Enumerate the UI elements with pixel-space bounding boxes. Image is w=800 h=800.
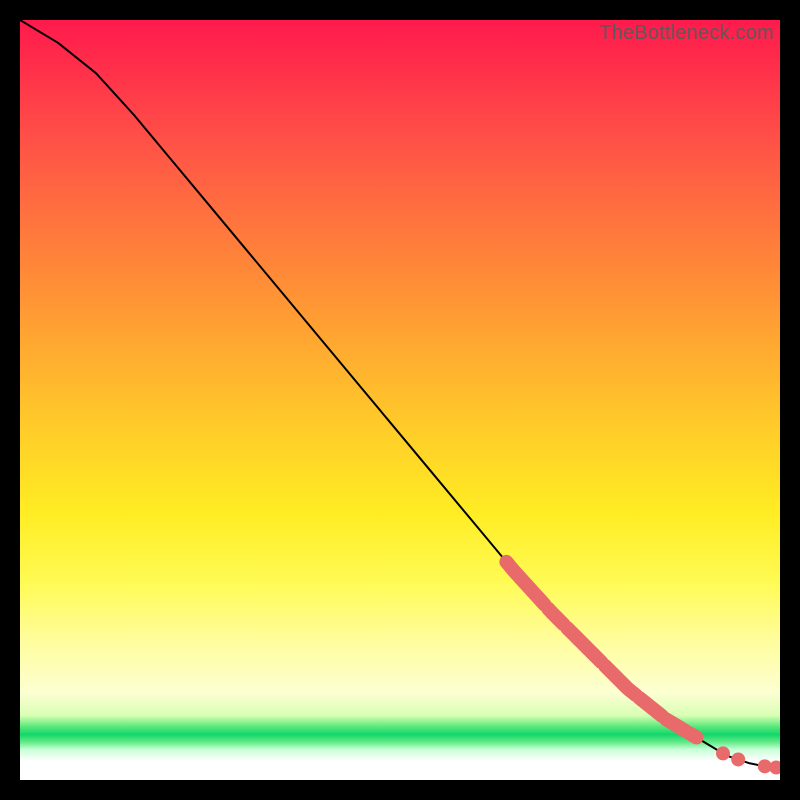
highlight-segment <box>548 609 563 625</box>
highlight-segment <box>666 719 685 730</box>
highlight-dot <box>769 760 780 774</box>
highlight-dot <box>758 759 772 773</box>
bottleneck-curve <box>20 20 780 768</box>
curve-layer <box>20 20 780 780</box>
highlight-segment <box>567 628 601 662</box>
highlight-segment <box>689 733 697 738</box>
highlight-dot <box>731 752 745 766</box>
highlight-segment <box>506 562 544 605</box>
watermark-label: TheBottleneck.com <box>599 22 774 45</box>
highlight-segment <box>605 666 635 695</box>
highlight-segment <box>639 698 662 716</box>
highlight-dot <box>716 746 730 760</box>
plot-area: TheBottleneck.com <box>20 20 780 780</box>
chart-stage: TheBottleneck.com <box>0 0 800 800</box>
